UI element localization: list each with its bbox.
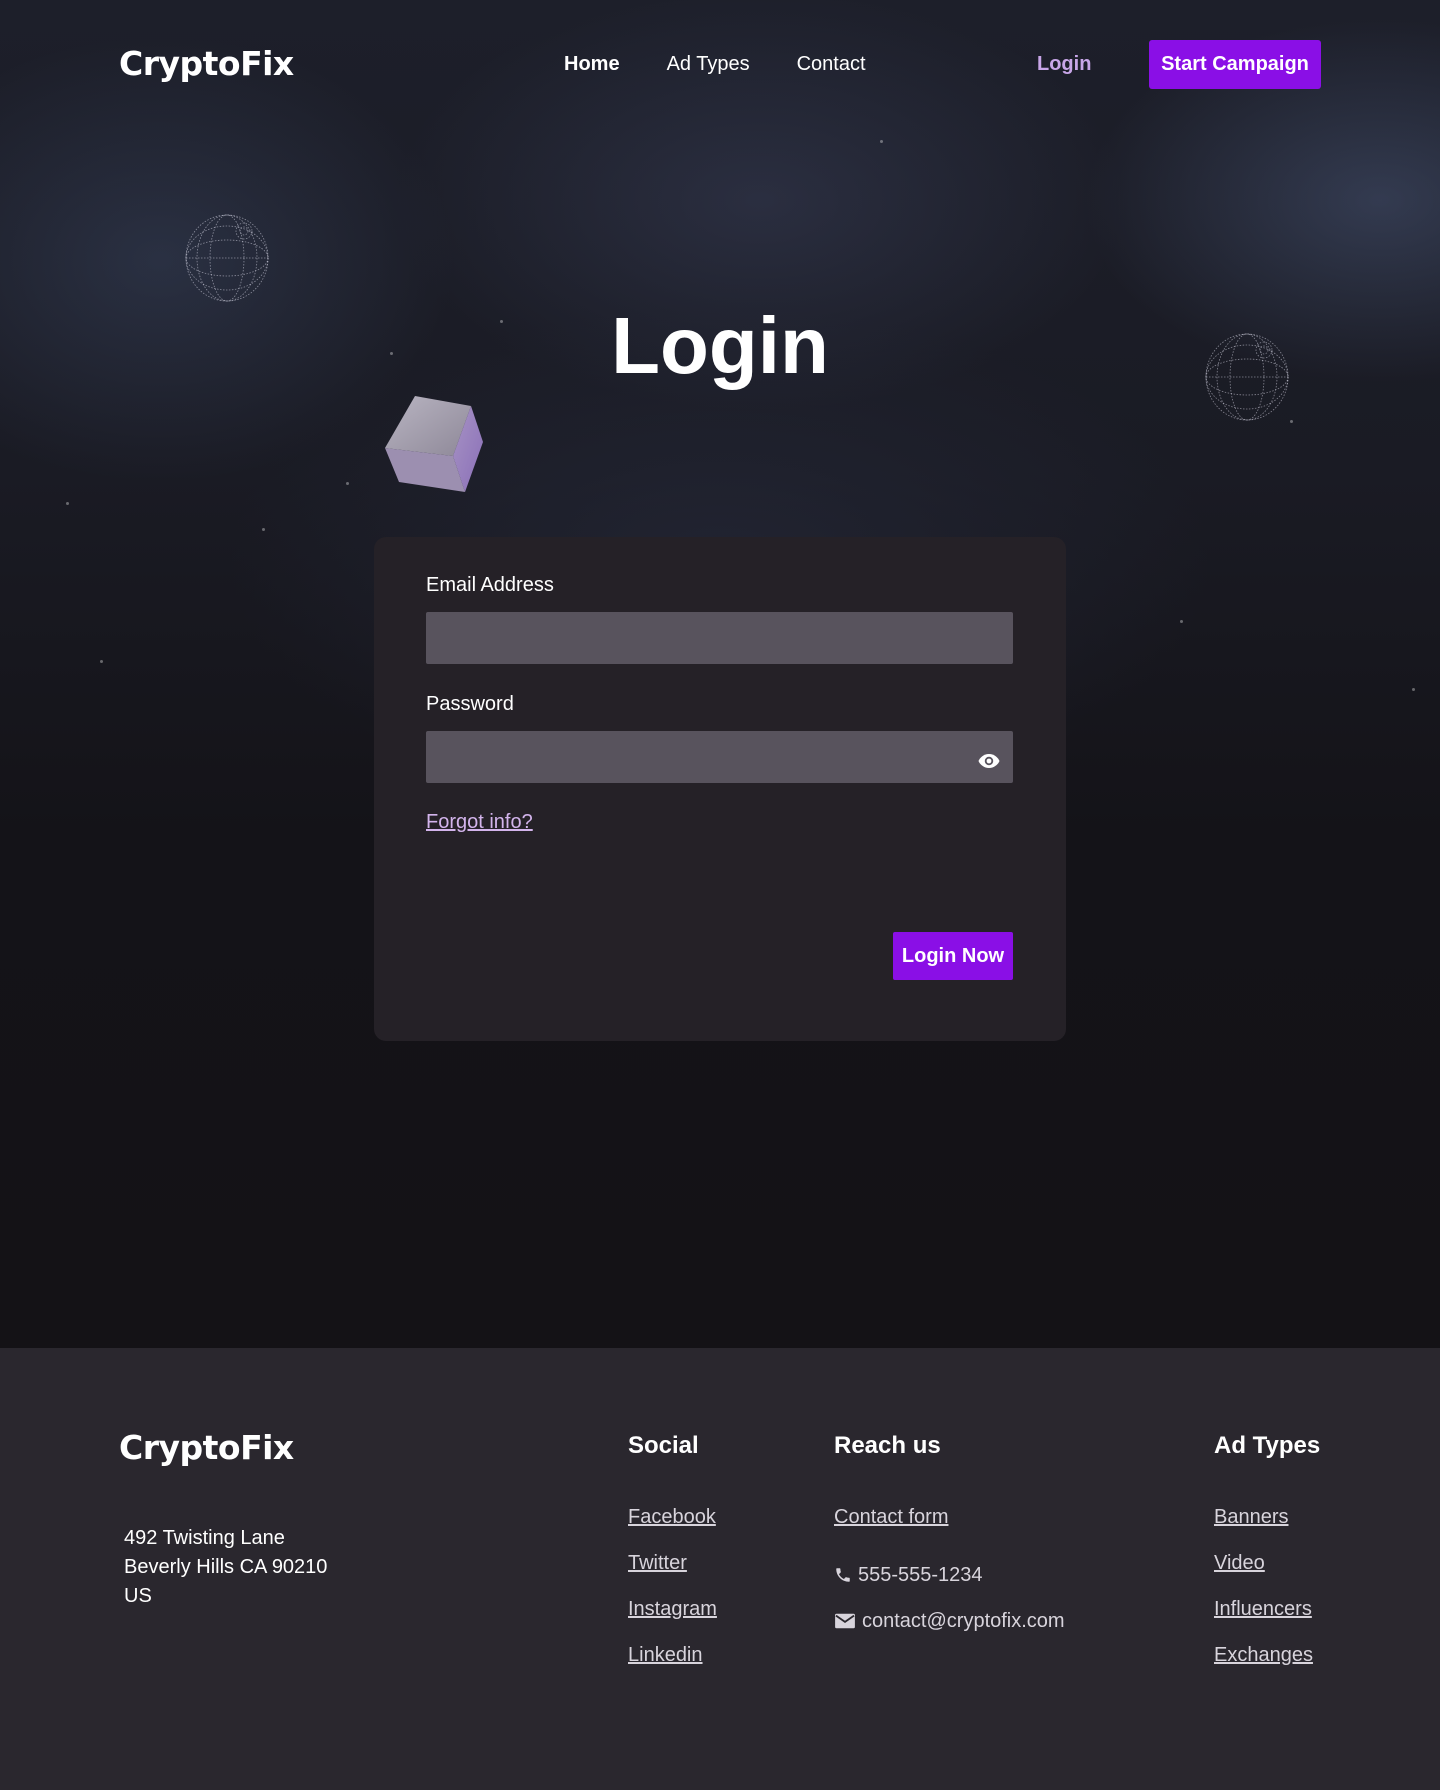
login-now-button[interactable]: Login Now [893,932,1013,980]
nav-home[interactable]: Home [564,53,620,76]
forgot-info-link[interactable]: Forgot info? [426,811,533,834]
phone-icon [836,1568,850,1582]
address-line: 492 Twisting Lane [124,1527,285,1549]
eye-icon[interactable] [977,749,1001,773]
address-line: US [124,1585,152,1607]
social-link-instagram[interactable]: Instagram [628,1598,717,1620]
login-card: Email Address Password Forgot info? Logi… [374,537,1066,1041]
password-label: Password [426,693,514,715]
social-link-facebook[interactable]: Facebook [628,1506,716,1528]
page-title: Login [611,301,829,390]
globe-wireframe-icon [185,214,269,302]
ad-type-link-video[interactable]: Video [1214,1552,1265,1574]
ad-types-heading: Ad Types [1214,1432,1321,1459]
email-address: contact@cryptofix.com [862,1609,1065,1632]
footer-ad-types-column: Ad Types Banners Video Influencers Excha… [1214,1432,1320,1690]
header-login-link[interactable]: Login [1037,53,1091,76]
start-campaign-button[interactable]: Start Campaign [1149,40,1321,89]
email-label: Email Address [426,574,554,596]
social-heading: Social [628,1432,699,1459]
social-link-linkedin[interactable]: Linkedin [628,1644,703,1666]
phone-number: 555-555-1234 [858,1563,983,1586]
nav-contact[interactable]: Contact [797,53,866,76]
address-line: Beverly Hills CA 90210 [124,1556,328,1578]
footer-social-column: Social Facebook Twitter Instagram Linked… [628,1432,717,1690]
mail-icon [835,1613,855,1629]
contact-form-link[interactable]: Contact form [834,1506,948,1528]
reach-heading: Reach us [834,1432,941,1459]
main-nav: Home Ad Types Contact [564,53,866,76]
ad-type-link-exchanges[interactable]: Exchanges [1214,1644,1313,1666]
footer-reach-column: Reach us Contact form 555-555-1234 conta… [834,1432,1065,1644]
site-header: CryptoFix Home Ad Types Contact Login St… [0,0,1440,130]
footer-address: 492 Twisting Lane Beverly Hills CA 90210… [124,1524,327,1611]
phone-item: 555-555-1234 [834,1552,1065,1598]
nav-ad-types[interactable]: Ad Types [667,53,750,76]
social-link-twitter[interactable]: Twitter [628,1552,687,1574]
email-item: contact@cryptofix.com [834,1598,1065,1644]
footer-brand-logo[interactable]: CryptoFix [119,1428,294,1467]
password-field[interactable] [426,731,1013,783]
email-field[interactable] [426,612,1013,664]
site-footer: CryptoFix 492 Twisting Lane Beverly Hill… [0,1348,1440,1790]
brand-logo[interactable]: CryptoFix [119,44,294,83]
ad-type-link-banners[interactable]: Banners [1214,1506,1289,1528]
cube-icon [385,396,483,492]
ad-type-link-influencers[interactable]: Influencers [1214,1598,1312,1620]
